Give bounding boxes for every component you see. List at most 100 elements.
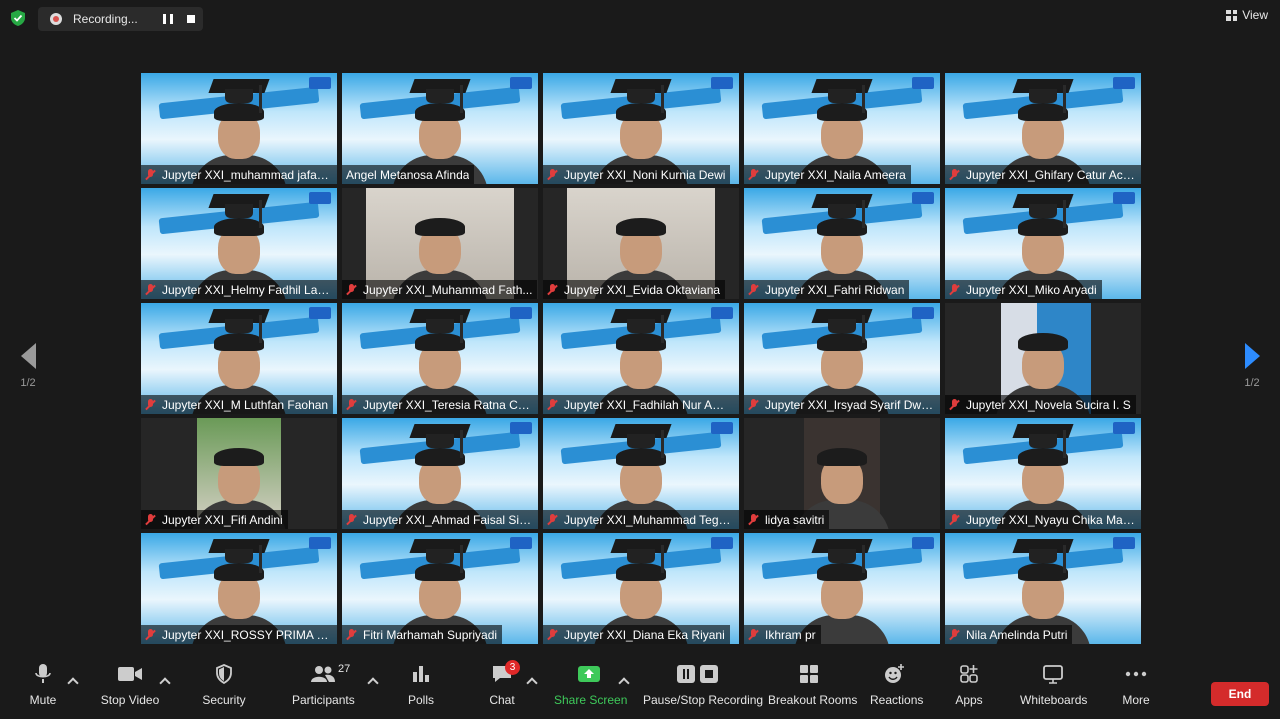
- mic-muted-icon: [547, 283, 558, 296]
- mic-muted-icon: [748, 398, 759, 411]
- previous-page-button[interactable]: 1/2: [8, 343, 48, 389]
- participant-name: Jupyter XXI_Fifi Andini: [162, 512, 283, 527]
- stop-recording-icon[interactable]: [187, 15, 195, 23]
- participant-name-tag: Jupyter XXI_Irsyad Syarif Dwi ...: [744, 395, 940, 414]
- participant-name: Jupyter XXI_Evida Oktaviana: [564, 282, 721, 297]
- video-tile[interactable]: Jupyter XXI_Fifi Andini: [141, 418, 337, 529]
- video-tile[interactable]: Jupyter XXI_Miko Aryadi: [945, 188, 1141, 299]
- participant-name: Fitri Marhamah Supriyadi: [363, 627, 498, 642]
- pause-recording-icon[interactable]: [163, 14, 173, 24]
- share-screen-label: Share Screen: [554, 693, 628, 707]
- video-tile[interactable]: Jupyter XXI_Muhammad Tega...: [543, 418, 739, 529]
- graduation-cap-icon: [208, 539, 270, 573]
- mic-muted-icon: [547, 398, 558, 411]
- participant-name-tag: Jupyter XXI_M Luthfan Faohan: [141, 395, 334, 414]
- chat-options-caret[interactable]: [526, 677, 538, 689]
- graduation-cap-icon: [1012, 194, 1074, 228]
- video-tile[interactable]: Jupyter XXI_Evida Oktaviana: [543, 188, 739, 299]
- graduation-cap-icon: [1012, 79, 1074, 113]
- apps-button[interactable]: Apps: [952, 661, 986, 719]
- reactions-button[interactable]: Reactions: [870, 661, 923, 719]
- mute-options-caret[interactable]: [67, 677, 79, 689]
- participant-name-tag: Jupyter XXI_Noni Kurnia Dewi: [543, 165, 731, 184]
- top-bar: Recording... View: [0, 0, 1280, 36]
- polls-button[interactable]: Polls: [404, 661, 438, 719]
- share-screen-button[interactable]: Share Screen: [554, 661, 628, 719]
- chat-unread-badge: 3: [505, 660, 520, 675]
- security-button[interactable]: Security: [200, 661, 248, 719]
- chat-button[interactable]: 3 Chat: [485, 660, 520, 719]
- whiteboards-button[interactable]: Whiteboards: [1020, 661, 1087, 719]
- participant-name: Jupyter XXI_Muhammad Fath...: [363, 282, 533, 297]
- participant-name-tag: Jupyter XXI_Diana Eka Riyani: [543, 625, 730, 644]
- shield-check-icon[interactable]: [9, 9, 27, 27]
- participant-name-tag: Jupyter XXI_Miko Aryadi: [945, 280, 1102, 299]
- more-label: More: [1122, 693, 1150, 707]
- polls-chart-icon: [404, 661, 438, 687]
- mic-muted-icon: [346, 513, 357, 526]
- graduation-cap-icon: [1012, 539, 1074, 573]
- video-tile[interactable]: Jupyter XXI_Naila Ameera: [744, 73, 940, 184]
- more-button[interactable]: More: [1118, 661, 1154, 719]
- mute-button[interactable]: Mute: [22, 661, 64, 719]
- video-tile[interactable]: Jupyter XXI_M Luthfan Faohan: [141, 303, 337, 414]
- participant-name-tag: Jupyter XXI_Evida Oktaviana: [543, 280, 726, 299]
- mic-muted-icon: [346, 628, 357, 641]
- participant-name: Jupyter XXI_Diana Eka Riyani: [564, 627, 725, 642]
- security-shield-icon: [200, 661, 248, 687]
- next-page-button[interactable]: 1/2: [1232, 343, 1272, 389]
- video-tile[interactable]: Ikhram pr: [744, 533, 940, 644]
- participant-name: Jupyter XXI_muhammad jafar ...: [162, 167, 332, 182]
- video-tile[interactable]: Jupyter XXI_Fadhilah Nur Ama...: [543, 303, 739, 414]
- video-tile[interactable]: Jupyter XXI_ROSSY PRIMA NA...: [141, 533, 337, 644]
- participant-name-tag: Jupyter XXI_Fifi Andini: [141, 510, 288, 529]
- video-tile[interactable]: Jupyter XXI_Muhammad Fath...: [342, 188, 538, 299]
- participant-name-tag: Nila Amelinda Putri: [945, 625, 1073, 644]
- stop-video-button[interactable]: Stop Video: [98, 661, 162, 719]
- mic-muted-icon: [547, 168, 558, 181]
- participants-count: 27: [338, 663, 351, 675]
- video-tile[interactable]: Jupyter XXI_Helmy Fadhil Lan...: [141, 188, 337, 299]
- video-tile[interactable]: Fitri Marhamah Supriyadi: [342, 533, 538, 644]
- mic-muted-icon: [949, 628, 960, 641]
- video-tile[interactable]: Jupyter XXI_Diana Eka Riyani: [543, 533, 739, 644]
- video-tile[interactable]: Nila Amelinda Putri: [945, 533, 1141, 644]
- pause-stop-recording-button[interactable]: Pause/Stop Recording: [643, 661, 763, 719]
- breakout-rooms-button[interactable]: Breakout Rooms: [768, 661, 857, 719]
- mic-muted-icon: [145, 628, 156, 641]
- participant-name: Jupyter XXI_Naila Ameera: [765, 167, 906, 182]
- video-tile[interactable]: Jupyter XXI_Teresia Ratna Cali...: [342, 303, 538, 414]
- video-tile[interactable]: Jupyter XXI_Ahmad Faisal Sire...: [342, 418, 538, 529]
- graduation-cap-icon: [409, 424, 471, 458]
- participants-options-caret[interactable]: [367, 677, 379, 689]
- participant-name-tag: Jupyter XXI_Muhammad Tega...: [543, 510, 739, 529]
- end-meeting-button[interactable]: End: [1211, 682, 1269, 706]
- video-tile[interactable]: Jupyter XXI_Nyayu Chika Mar...: [945, 418, 1141, 529]
- video-tile[interactable]: Angel Metanosa Afinda: [342, 73, 538, 184]
- participant-name: Jupyter XXI_Nyayu Chika Mar...: [966, 512, 1136, 527]
- page-indicator-right: 1/2: [1244, 377, 1260, 389]
- video-tile[interactable]: Jupyter XXI_Novela Sucira I. S: [945, 303, 1141, 414]
- video-tile[interactable]: Jupyter XXI_Noni Kurnia Dewi: [543, 73, 739, 184]
- participant-name-tag: Jupyter XXI_Fadhilah Nur Ama...: [543, 395, 739, 414]
- chat-label: Chat: [489, 693, 515, 707]
- mic-muted-icon: [145, 513, 156, 526]
- graduation-cap-icon: [1012, 424, 1074, 458]
- graduation-cap-icon: [811, 194, 873, 228]
- video-tile[interactable]: lidya savitri: [744, 418, 940, 529]
- video-camera-icon: [98, 661, 162, 687]
- recording-indicator: Recording...: [38, 7, 203, 31]
- video-tile[interactable]: Jupyter XXI_muhammad jafar ...: [141, 73, 337, 184]
- video-tile[interactable]: Jupyter XXI_Ghifary Catur Ach...: [945, 73, 1141, 184]
- security-label: Security: [202, 693, 246, 707]
- mic-muted-icon: [547, 628, 558, 641]
- view-button[interactable]: View: [1226, 8, 1268, 22]
- video-tile[interactable]: Jupyter XXI_Fahri Ridwan: [744, 188, 940, 299]
- mic-muted-icon: [949, 513, 960, 526]
- participant-name-tag: Ikhram pr: [744, 625, 821, 644]
- video-tile[interactable]: Jupyter XXI_Irsyad Syarif Dwi ...: [744, 303, 940, 414]
- grid-view-icon: [1226, 9, 1238, 21]
- participants-button[interactable]: 27 Participants: [292, 661, 355, 719]
- chat-bubble-icon: 3: [485, 660, 520, 687]
- apps-label: Apps: [955, 693, 983, 707]
